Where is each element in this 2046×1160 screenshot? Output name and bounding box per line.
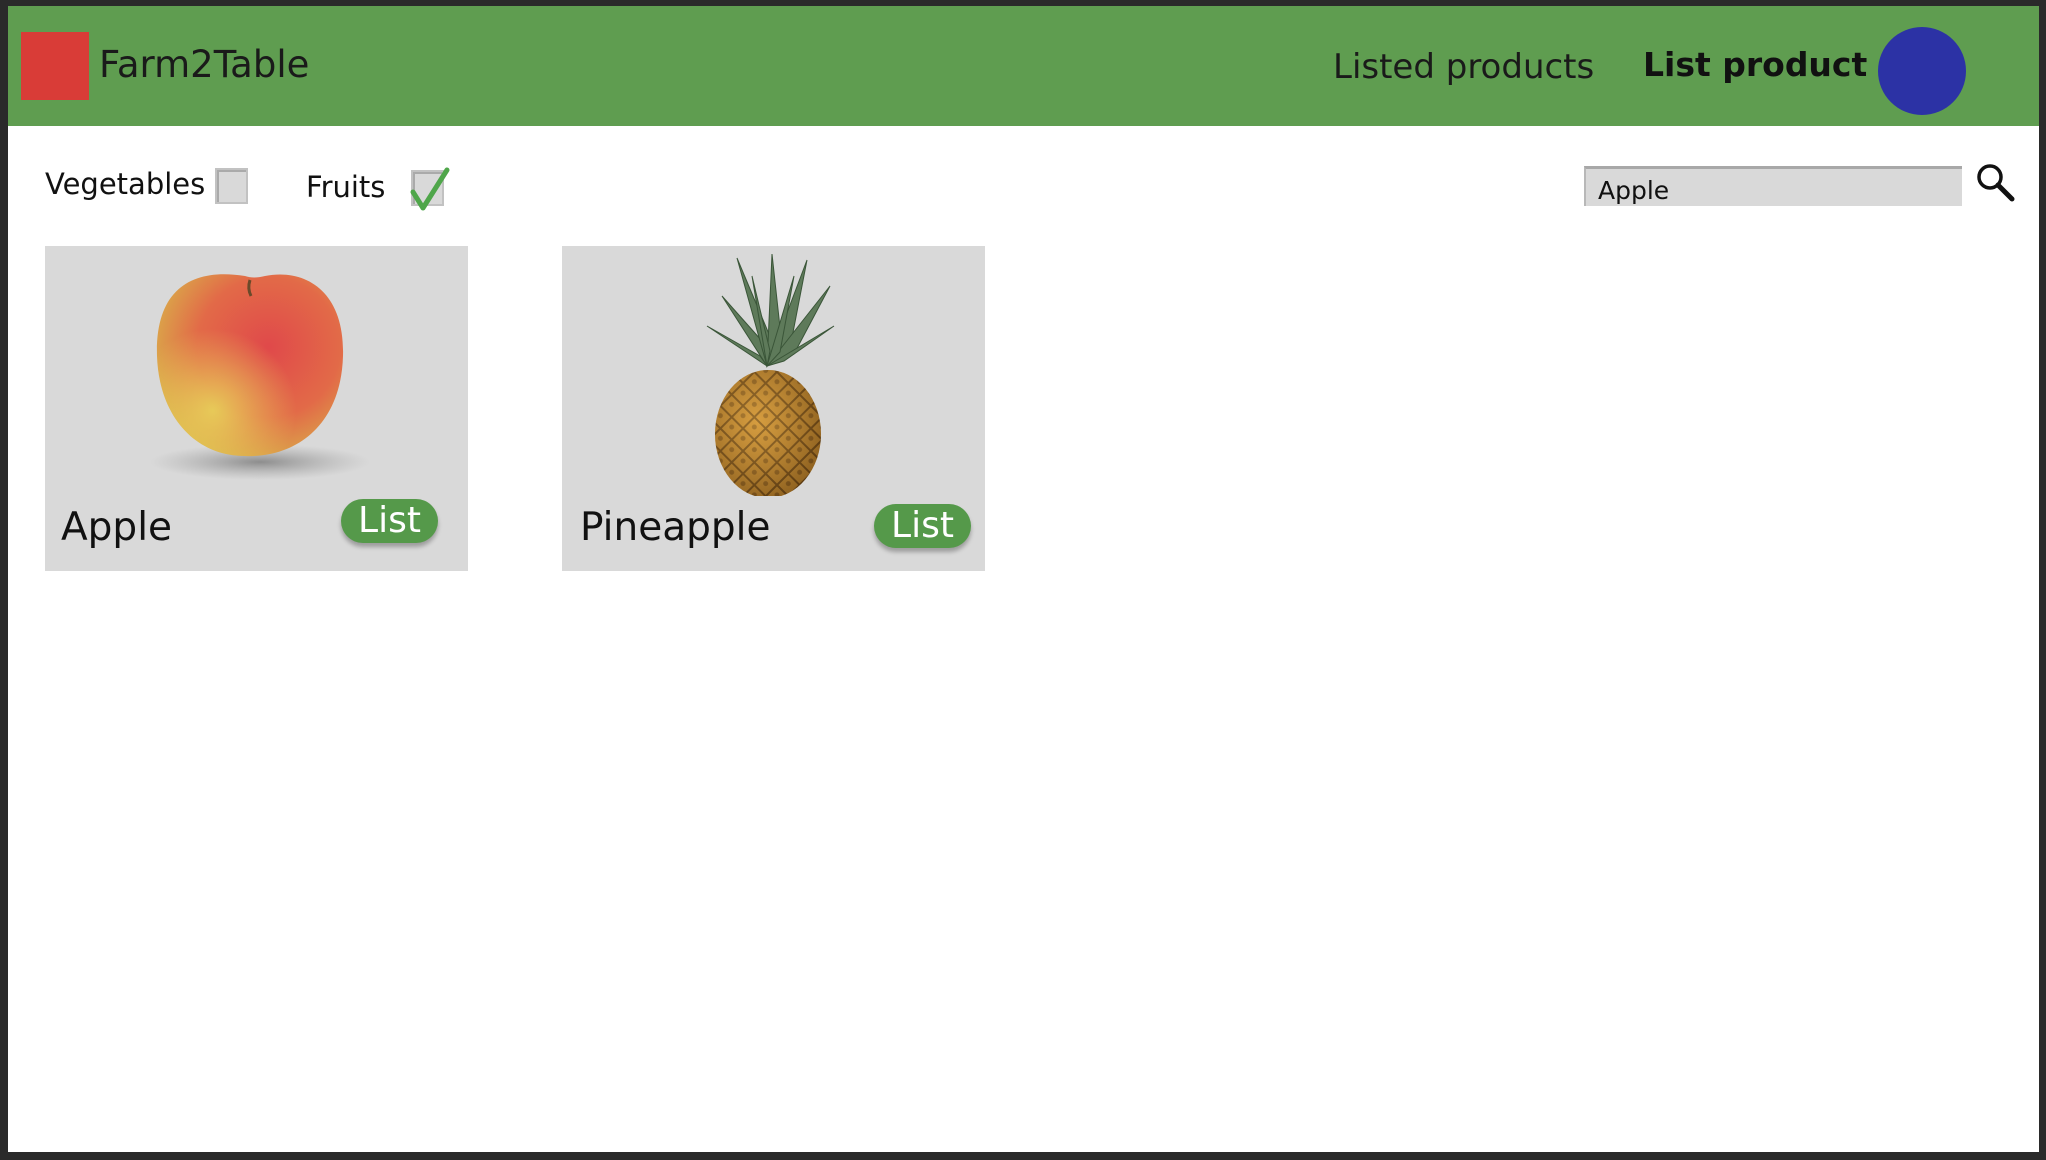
filter-fruits-checkbox[interactable]: [410, 167, 450, 211]
logo[interactable]: [21, 32, 89, 100]
product-card-pineapple: Pineapple List: [562, 246, 985, 571]
filter-vegetables-label: Vegetables: [45, 167, 206, 201]
product-name: Pineapple: [580, 505, 771, 550]
search-icon[interactable]: [1974, 161, 2016, 203]
product-card-apple: Apple List: [45, 246, 468, 571]
top-nav-bar: Farm2Table Listed products List product: [8, 6, 2039, 126]
checkmark-icon: [410, 167, 450, 211]
filter-vegetables-checkbox[interactable]: [215, 168, 248, 204]
filter-fruits-label: Fruits: [306, 170, 386, 204]
list-button[interactable]: List: [874, 504, 971, 548]
apple-image: [150, 274, 370, 480]
app-window: Farm2Table Listed products List product …: [8, 6, 2039, 1152]
nav-list-product[interactable]: List product: [1643, 42, 1867, 88]
pineapple-image: [706, 253, 835, 496]
avatar[interactable]: [1878, 27, 1966, 115]
list-button[interactable]: List: [341, 499, 438, 543]
product-name: Apple: [61, 505, 173, 550]
search-input[interactable]: [1584, 166, 1962, 206]
nav-listed-products[interactable]: Listed products: [1333, 44, 1594, 90]
app-title: Farm2Table: [99, 43, 310, 86]
